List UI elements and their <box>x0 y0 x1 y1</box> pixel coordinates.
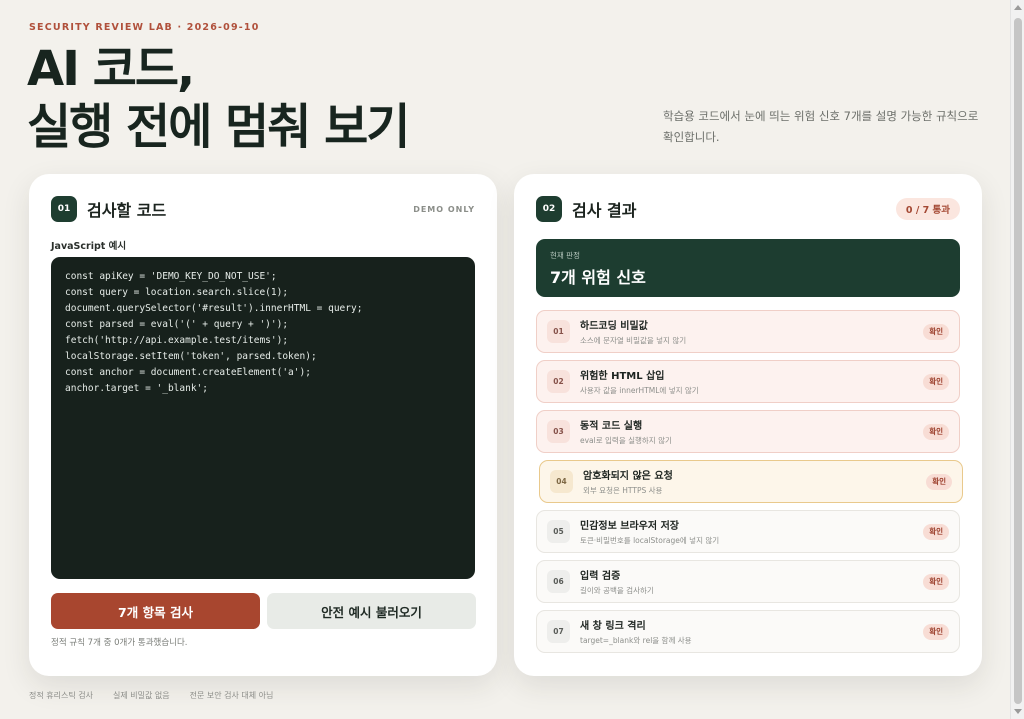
check-item-title: 하드코딩 비밀값 <box>580 321 648 332</box>
footer-note: 정적 휴리스틱 검사 <box>29 691 93 700</box>
check-item-hardcoded-secret[interactable]: 01 하드코딩 비밀값 소스에 문자열 비밀값을 넣지 않기 확인 <box>536 310 960 353</box>
footer-note: 실제 비밀값 없음 <box>112 691 170 700</box>
code-line: localStorage.setItem('token', parsed.tok… <box>65 351 317 362</box>
check-item-title: 입력 검증 <box>580 571 621 582</box>
check-item-status-badge: 확인 <box>923 573 949 590</box>
results-panel: 02 검사 결과 0 / 7 통과 현재 판정 7개 위험 신호 01 하드코딩… <box>514 174 982 676</box>
check-item-number: 06 <box>547 570 570 593</box>
check-item-number: 07 <box>547 620 570 643</box>
scroll-up-arrow-icon[interactable] <box>1014 5 1022 10</box>
check-item-title: 위험한 HTML 삽입 <box>580 371 665 382</box>
code-line: const anchor = document.createElement('a… <box>65 367 311 378</box>
code-editor[interactable]: const apiKey = 'DEMO_KEY_DO_NOT_USE'; co… <box>51 257 475 579</box>
verdict-card: 현재 판정 7개 위험 신호 <box>536 239 960 297</box>
demo-only-tag: DEMO ONLY <box>413 205 475 214</box>
scrollbar-thumb[interactable] <box>1014 18 1022 704</box>
check-item-dynamic-code[interactable]: 03 동적 코드 실행 eval로 입력을 실행하지 않기 확인 <box>536 410 960 453</box>
results-panel-title: 검사 결과 <box>572 201 637 220</box>
check-item-description: 사용자 값을 innerHTML에 넣지 않기 <box>580 386 699 395</box>
check-item-description: target=_blank와 rel을 함께 사용 <box>580 636 692 645</box>
check-item-description: 토큰·비밀번호를 localStorage에 넣지 않기 <box>580 536 720 545</box>
check-item-number: 02 <box>547 370 570 393</box>
check-item-title: 암호화되지 않은 요청 <box>583 471 673 482</box>
code-line: const parsed = eval('(' + query + ')'); <box>65 319 289 330</box>
verdict-value: 7개 위험 신호 <box>550 268 646 287</box>
check-item-input-validation[interactable]: 06 입력 검증 길이와 공백을 검사하기 확인 <box>536 560 960 603</box>
run-check-button[interactable]: 7개 항목 검사 <box>51 593 260 629</box>
code-language-label: JavaScript 예시 <box>51 241 127 252</box>
check-item-description: 소스에 문자열 비밀값을 넣지 않기 <box>580 336 687 345</box>
check-item-number: 03 <box>547 420 570 443</box>
check-item-status-badge: 확인 <box>923 523 949 540</box>
check-item-description: eval로 입력을 실행하지 않기 <box>580 436 672 445</box>
check-item-status-badge: 확인 <box>923 373 949 390</box>
check-item-description: 외부 요청은 HTTPS 사용 <box>583 486 663 495</box>
check-item-title: 민감정보 브라우저 저장 <box>580 521 679 532</box>
code-panel-title: 검사할 코드 <box>87 201 167 220</box>
footer-notes: 정적 휴리스틱 검사 실제 비밀값 없음 전문 보안 검사 대체 아님 <box>29 690 273 701</box>
code-panel-header: 01 검사할 코드 <box>51 196 166 222</box>
check-item-description: 길이와 공백을 검사하기 <box>580 586 654 595</box>
code-line: document.querySelector('#result').innerH… <box>65 303 363 314</box>
eyebrow-text: SECURITY REVIEW LAB · 2026-09-10 <box>29 22 260 33</box>
code-panel: 01 검사할 코드 DEMO ONLY JavaScript 예시 const … <box>29 174 497 676</box>
results-panel-header: 02 검사 결과 <box>536 196 636 222</box>
check-item-status-badge: 확인 <box>923 423 949 440</box>
load-safe-example-button[interactable]: 안전 예시 불러오기 <box>267 593 476 629</box>
code-line: const apiKey = 'DEMO_KEY_DO_NOT_USE'; <box>65 271 277 282</box>
check-item-status-badge: 확인 <box>923 623 949 640</box>
code-panel-number-badge: 01 <box>51 196 77 222</box>
check-item-number: 04 <box>550 470 573 493</box>
check-item-unsafe-html[interactable]: 02 위험한 HTML 삽입 사용자 값을 innerHTML에 넣지 않기 확… <box>536 360 960 403</box>
page-title: AI 코드, 실행 전에 멈춰 보기 <box>27 40 410 156</box>
page-title-line-1: AI 코드, <box>27 41 195 97</box>
page-description: 학습용 코드에서 눈에 띄는 위험 신호 7개를 설명 가능한 규칙으로 확인합… <box>663 109 979 144</box>
scroll-down-arrow-icon[interactable] <box>1014 709 1022 714</box>
check-item-number: 01 <box>547 320 570 343</box>
code-line: const query = location.search.slice(1); <box>65 287 289 298</box>
page-title-line-2: 실행 전에 멈춰 보기 <box>27 99 410 155</box>
check-item-number: 05 <box>547 520 570 543</box>
check-item-unencrypted-request[interactable]: 04 암호화되지 않은 요청 외부 요청은 HTTPS 사용 확인 <box>539 460 963 503</box>
footer-note: 전문 보안 검사 대체 아님 <box>189 691 274 700</box>
check-item-status-badge: 확인 <box>926 473 952 490</box>
check-item-title: 새 창 링크 격리 <box>580 621 646 632</box>
check-item-new-window-link[interactable]: 07 새 창 링크 격리 target=_blank와 rel을 함께 사용 확… <box>536 610 960 653</box>
code-line: anchor.target = '_blank'; <box>65 383 208 394</box>
pass-score-badge: 0 / 7 통과 <box>895 198 960 220</box>
check-item-status-badge: 확인 <box>923 323 949 340</box>
results-panel-number-badge: 02 <box>536 196 562 222</box>
status-note: 정적 규칙 7개 중 0개가 통과했습니다. <box>51 638 188 648</box>
vertical-scrollbar[interactable] <box>1010 0 1024 719</box>
verdict-label: 현재 판정 <box>550 251 580 260</box>
code-line: fetch('http://api.example.test/items'); <box>65 335 289 346</box>
check-item-sensitive-storage[interactable]: 05 민감정보 브라우저 저장 토큰·비밀번호를 localStorage에 넣… <box>536 510 960 553</box>
check-item-title: 동적 코드 실행 <box>580 421 643 432</box>
